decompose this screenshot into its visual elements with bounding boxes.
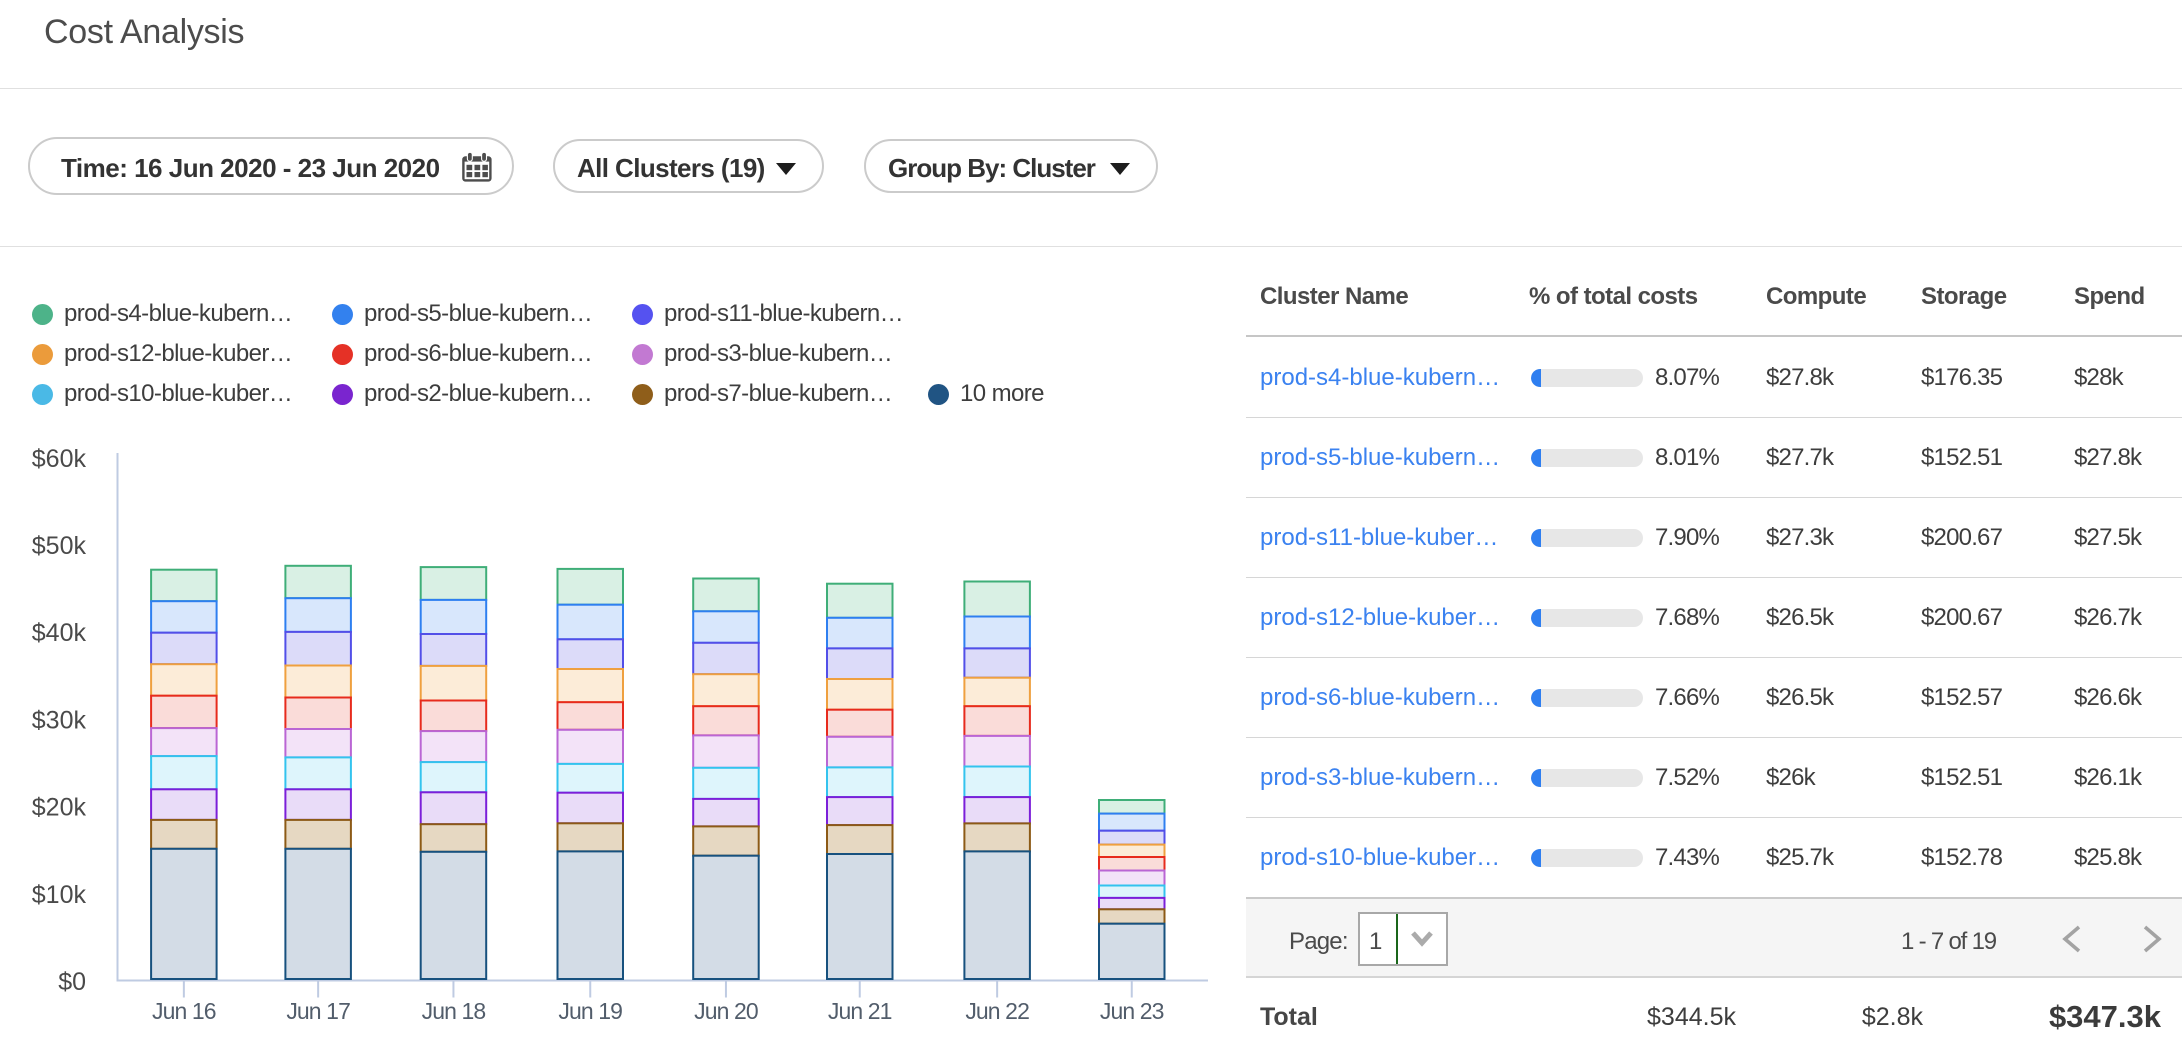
svg-text:$20k: $20k — [32, 794, 87, 822]
svg-text:$30k: $30k — [32, 706, 87, 734]
svg-text:Jun 20: Jun 20 — [694, 998, 758, 1024]
svg-text:Jun 19: Jun 19 — [558, 998, 622, 1024]
svg-text:Jun 23: Jun 23 — [1100, 998, 1164, 1024]
svg-text:Jun 16: Jun 16 — [152, 998, 216, 1024]
svg-text:Jun 22: Jun 22 — [965, 998, 1029, 1024]
svg-text:Jun 21: Jun 21 — [828, 998, 892, 1024]
svg-text:$40k: $40k — [32, 619, 87, 647]
svg-text:$0: $0 — [58, 968, 86, 996]
svg-text:Jun 18: Jun 18 — [422, 998, 486, 1024]
svg-text:$60k: $60k — [32, 445, 87, 473]
svg-text:$50k: $50k — [32, 532, 87, 560]
svg-text:Jun 17: Jun 17 — [286, 998, 350, 1024]
svg-text:$10k: $10k — [32, 881, 87, 909]
